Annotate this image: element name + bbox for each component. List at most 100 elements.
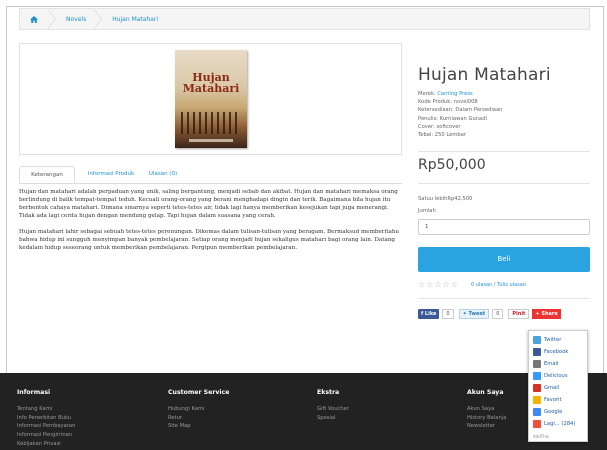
google-icon <box>533 407 541 416</box>
share-label: Share <box>541 311 558 317</box>
spec-brand: Merek: Canting Press <box>418 90 502 98</box>
product-tabs: Keterangan Informasi Produk Ulasan (0) <box>19 166 402 184</box>
email-icon <box>533 359 541 368</box>
star-icon: ☆ <box>450 280 459 289</box>
description-paragraph-2: Hujan matahari lahir sebagai sebuah tete… <box>19 229 400 251</box>
footer-link[interactable]: Hubungi Kami <box>168 405 204 414</box>
divider <box>418 151 590 152</box>
star-icon: ☆ <box>418 280 427 289</box>
brand-link[interactable]: Canting Press <box>437 91 472 97</box>
tweet-button[interactable]: ✦ Tweet <box>458 309 490 319</box>
discount-text: Satuu lebihRp42,500 <box>418 196 473 202</box>
share-item-delicious[interactable]: Delicious <box>533 371 568 380</box>
facebook-like-button[interactable]: f Like <box>418 309 440 319</box>
share-item-more[interactable]: Lagi... (284) <box>533 419 575 428</box>
cover-art <box>181 112 241 134</box>
cover-art-footer <box>189 139 233 142</box>
footer-list-akun-saya: Akun Saya History Belanja Newsletter <box>467 405 506 431</box>
breadcrumb: Novels Hujan Matahari <box>19 8 590 30</box>
share-item-label: Google <box>544 408 563 415</box>
share-bar: f Like 0 ✦ Tweet 0 Pinit + Share <box>418 309 561 319</box>
footer-link[interactable]: Tentang Kami <box>17 405 75 414</box>
spec-value: Dalam Persediaan <box>455 107 503 114</box>
spec-label: Penulis: <box>418 115 440 122</box>
share-item-label: Delicious <box>544 372 568 379</box>
footer-link[interactable]: Kebijakan Privasi <box>17 440 75 449</box>
spec-cover: Cover: softcover <box>418 123 502 131</box>
tab-ulasan[interactable]: Ulasan (0) <box>143 166 183 183</box>
tab-informasi-produk[interactable]: Informasi Produk <box>81 166 141 183</box>
like-count: 0 <box>442 309 454 319</box>
divider <box>418 298 590 299</box>
footer-list-ekstra: Gift Voucher Spesial <box>317 405 349 422</box>
share-item-facebook[interactable]: Facebook <box>533 347 568 356</box>
share-item-label: Email <box>544 360 559 367</box>
footer-link[interactable]: Informasi Pembayaran <box>17 422 75 431</box>
star-icon: ☆ <box>434 280 443 289</box>
breadcrumb-item-current[interactable]: Hujan Matahari <box>108 16 166 23</box>
description-paragraph-1: Hujan dan matahari adalah perpaduan yang… <box>19 189 398 219</box>
spec-label: Kode Produk: <box>418 99 454 106</box>
tab-keterangan[interactable]: Keterangan <box>19 166 75 183</box>
footer-heading-customer-service: Customer Service <box>168 389 230 396</box>
spec-value: Kurniawan Gunadi <box>439 115 487 122</box>
product-image[interactable]: Hujan Matahari <box>175 50 247 148</box>
footer-link[interactable]: Gift Voucher <box>317 405 349 414</box>
star-icon: ☆ <box>442 280 451 289</box>
spec-label: Cover: <box>418 123 437 130</box>
pinterest-button[interactable]: Pinit <box>508 309 530 319</box>
share-item-google[interactable]: Google <box>533 407 562 416</box>
quantity-label: Jumlah <box>418 208 436 214</box>
delicious-icon <box>533 371 541 380</box>
product-image-panel: Hujan Matahari <box>19 43 402 155</box>
share-item-gmail[interactable]: Gmail <box>533 383 559 392</box>
buy-button[interactable]: Beli <box>418 247 590 272</box>
breadcrumb-item-novels[interactable]: Novels <box>62 16 94 23</box>
gmail-icon <box>533 383 541 392</box>
footer-link[interactable]: Spesial <box>317 414 349 423</box>
rating-stars: ☆☆☆☆☆ <box>418 280 459 289</box>
spec-value: novel008 <box>453 99 478 106</box>
breadcrumb-home[interactable] <box>20 9 48 29</box>
share-item-label: Twitter <box>544 336 562 343</box>
footer-link[interactable]: Newsletter <box>467 422 506 431</box>
footer-list-informasi: Tentang Kami Info Penerbitan Buku Inform… <box>17 405 75 449</box>
share-item-label: Lagi... (284) <box>544 420 576 427</box>
spec-label: Merek: <box>418 91 438 97</box>
share-button[interactable]: + Share <box>532 309 561 319</box>
like-label: Like <box>424 311 437 317</box>
cover-title: Hujan Matahari <box>175 72 247 94</box>
share-popup: Twitter Facebook Email Delicious Gmail F… <box>528 330 588 442</box>
share-item-twitter[interactable]: Twitter <box>533 335 561 344</box>
divider <box>418 183 590 184</box>
share-item-label: Gmail <box>544 384 560 391</box>
product-title: Hujan Matahari <box>418 65 551 85</box>
breadcrumb-separator <box>93 9 103 29</box>
footer-list-customer-service: Hubungi Kami Retur Site Map <box>168 405 204 431</box>
spec-label: Tebal: <box>418 132 435 139</box>
review-links[interactable]: 0 ulasan / Tulis ulasan <box>471 282 526 288</box>
cover-title-line2: Matahari <box>182 82 240 95</box>
tweet-label: Tweet <box>468 311 486 317</box>
twitter-icon <box>533 335 541 344</box>
footer-heading-informasi: Informasi <box>17 389 51 396</box>
footer: Informasi Tentang Kami Info Penerbitan B… <box>0 373 607 450</box>
footer-link[interactable]: Informasi Pengiriman <box>17 431 75 440</box>
footer-link[interactable]: Info Penerbitan Buku <box>17 414 75 423</box>
quantity-input[interactable]: 1 <box>418 219 590 235</box>
spec-pages: Tebal: 250 Lembar <box>418 131 502 139</box>
footer-link[interactable]: Akun Saya <box>467 405 506 414</box>
facebook-icon <box>533 347 541 356</box>
addthis-icon <box>533 419 541 428</box>
footer-link[interactable]: Retur <box>168 414 204 423</box>
share-item-email[interactable]: Email <box>533 359 558 368</box>
share-item-label: Favorit <box>544 396 562 403</box>
footer-link[interactable]: History Belanja <box>467 414 506 423</box>
footer-link[interactable]: Site Map <box>168 422 204 431</box>
footer-heading-akun-saya: Akun Saya <box>467 389 504 396</box>
share-popup-footer: AddThis <box>533 434 549 439</box>
star-icon <box>533 395 541 404</box>
share-item-favorit[interactable]: Favorit <box>533 395 562 404</box>
spec-value: 250 Lembar <box>434 132 466 139</box>
product-specs: Merek: Canting Press Kode Produk: novel0… <box>418 90 502 139</box>
